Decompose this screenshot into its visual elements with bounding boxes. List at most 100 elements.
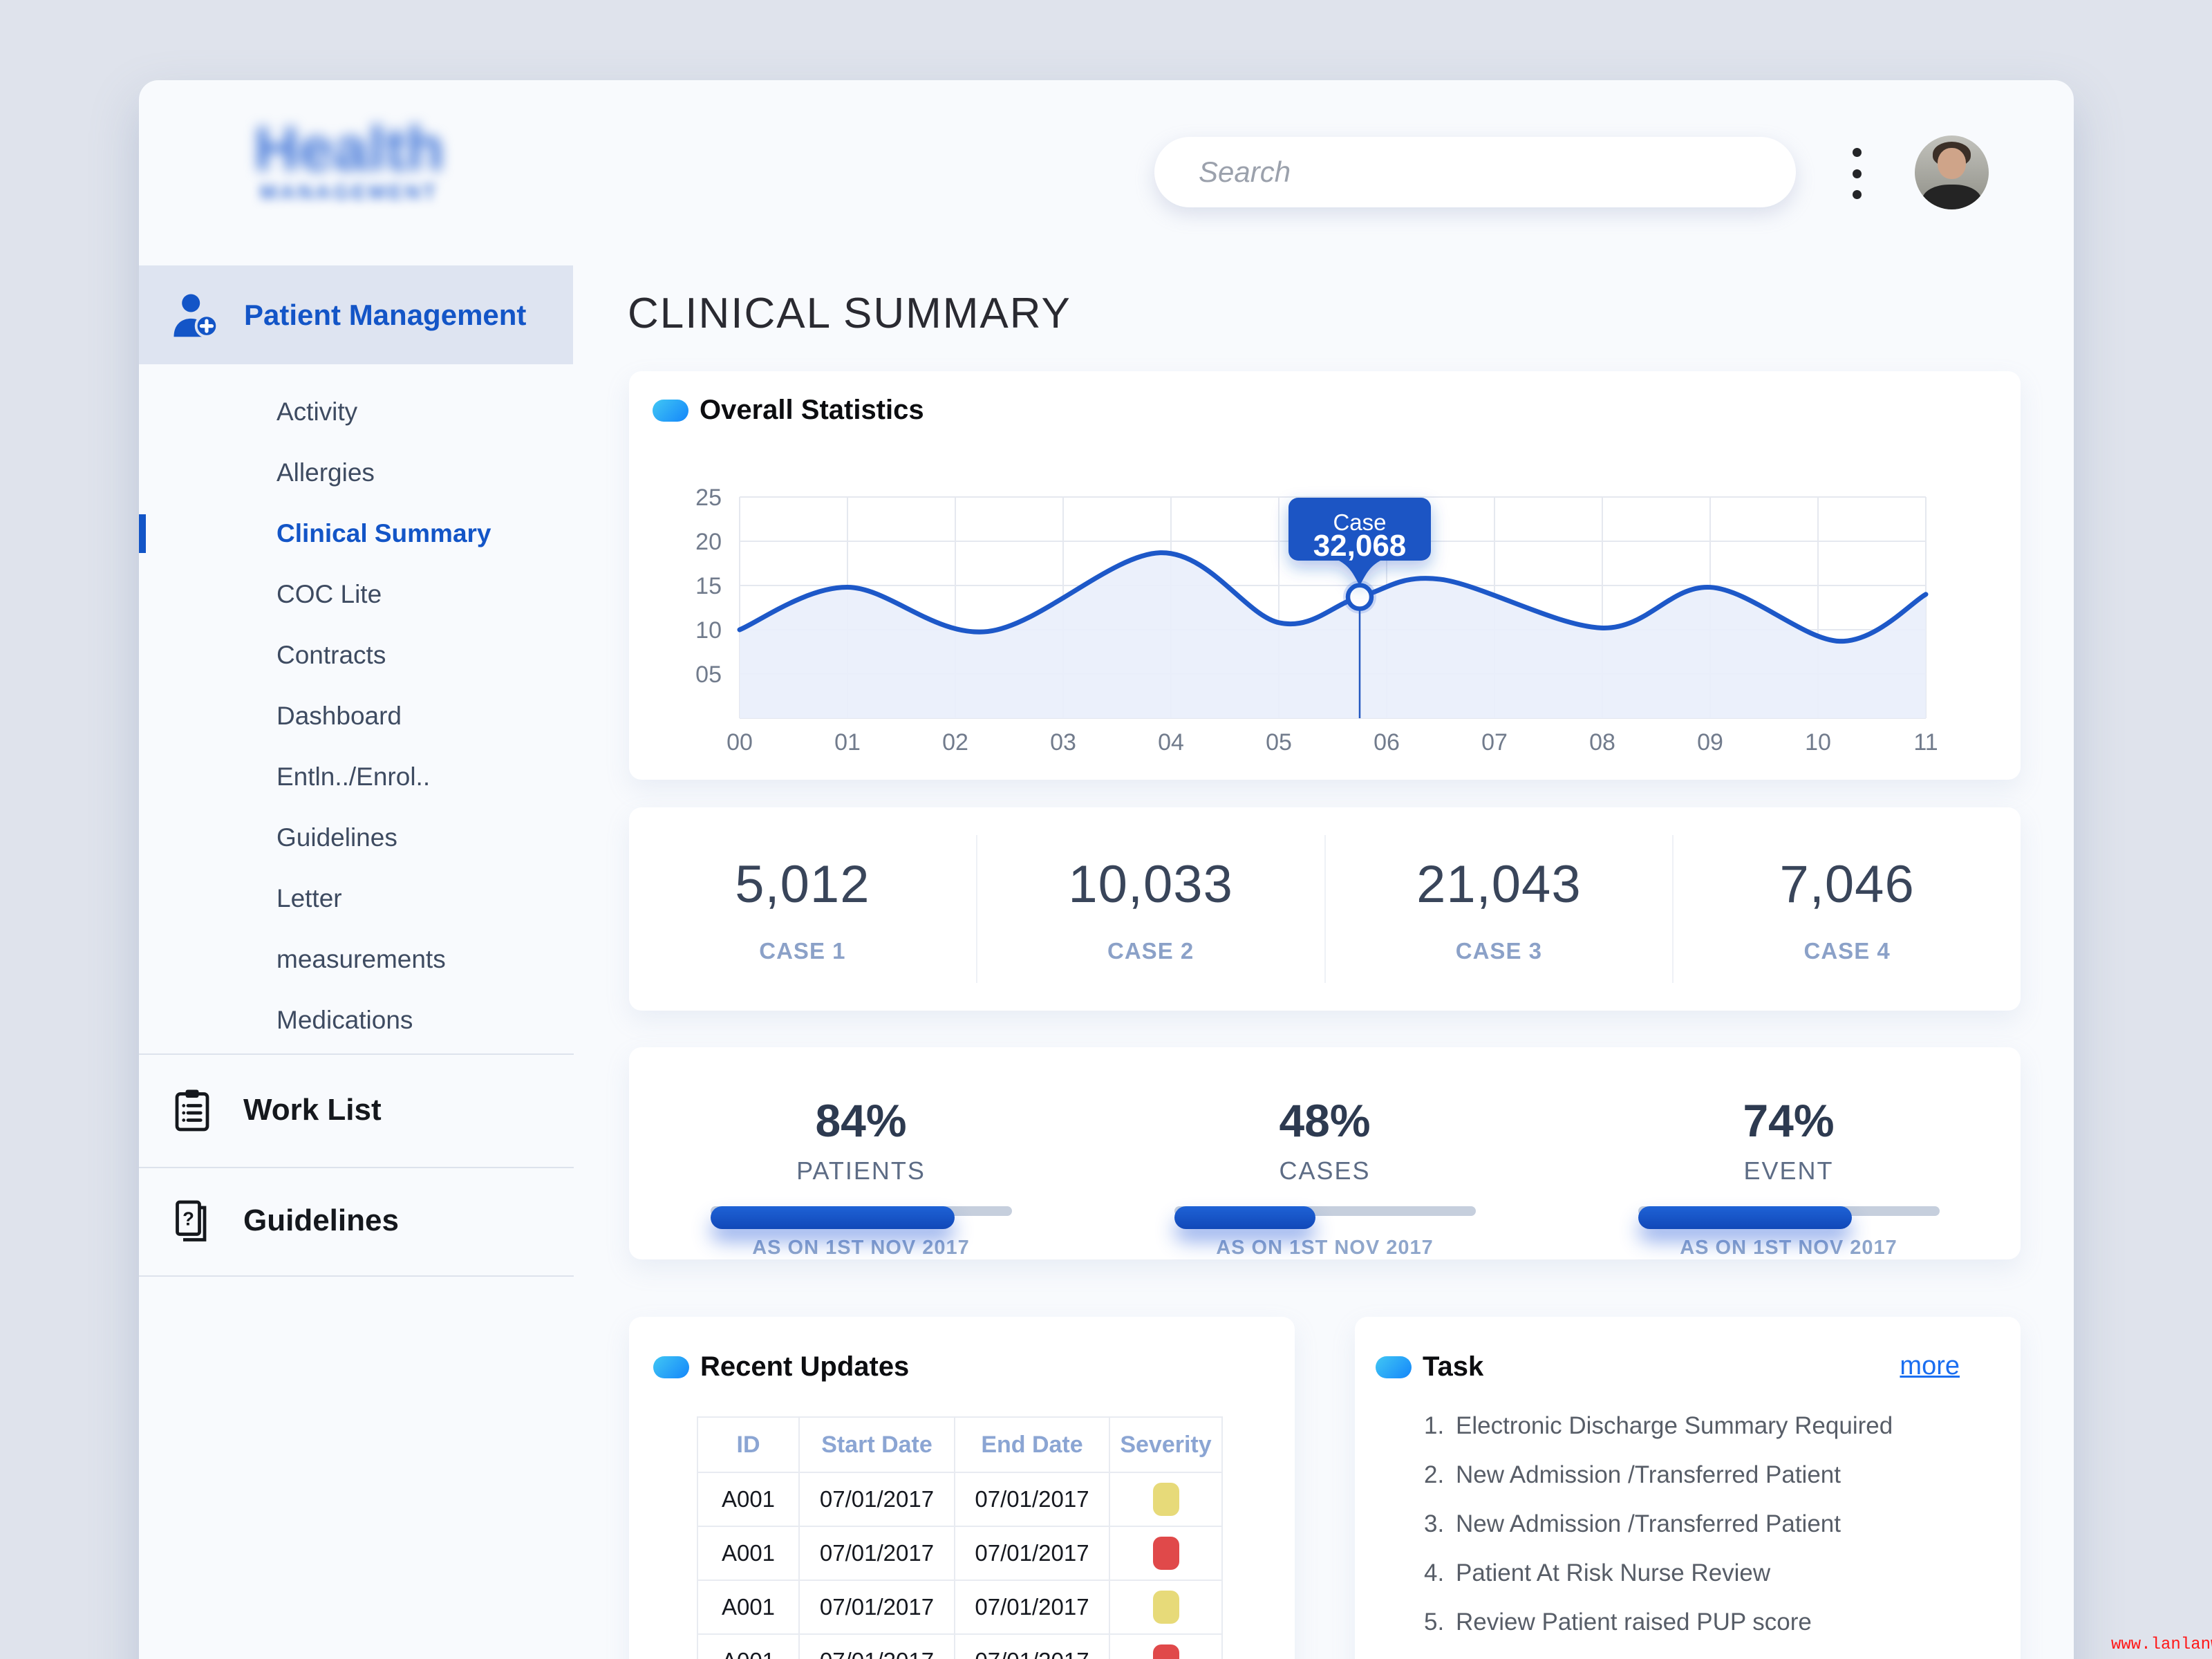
x-tick-label: 03 [1050, 729, 1076, 756]
case-value: 21,043 [1416, 854, 1581, 915]
task-text: New Admission /Transferred Patient [1456, 1510, 1841, 1538]
case-value: 7,046 [1780, 854, 1915, 915]
sidebar-item-label: Dashboard [276, 702, 402, 731]
recent-updates-title: Recent Updates [700, 1351, 909, 1382]
x-tick-label: 02 [942, 729, 968, 756]
app-root: Health MANAGEMENT Patient Management Act… [0, 0, 2212, 1659]
task-item[interactable]: 1. Electronic Discharge Summary Required [1424, 1401, 1979, 1450]
progress-label: CASES [1279, 1156, 1370, 1185]
sidebar-item-work-list[interactable]: Work List [139, 1076, 573, 1145]
cell-severity [1110, 1581, 1223, 1635]
sidebar-divider [139, 1275, 574, 1277]
task-item[interactable]: 3. New Admission /Transferred Patient [1424, 1499, 1979, 1548]
cell-id: A001 [698, 1581, 800, 1635]
sidebar-item[interactable]: Allergies [139, 442, 573, 503]
more-link[interactable]: more [1900, 1351, 1960, 1381]
y-tick-label: 10 [695, 617, 722, 644]
progress-caption: AS ON 1ST NOV 2017 [752, 1237, 970, 1259]
cell-end-date: 07/01/2017 [955, 1635, 1110, 1659]
case-value: 5,012 [735, 854, 870, 915]
sidebar-item[interactable]: Clinical Summary [139, 503, 573, 564]
y-tick-label: 25 [695, 485, 722, 511]
sidebar-item[interactable]: Medications [139, 990, 573, 1051]
case-label: CASE 3 [1456, 938, 1542, 964]
cell-severity [1110, 1473, 1223, 1527]
progress-stat: 48% CASES AS ON 1ST NOV 2017 [1093, 1047, 1557, 1259]
sidebar-item-guidelines[interactable]: ? Guidelines [139, 1186, 573, 1255]
progress-bar [711, 1206, 1012, 1216]
case-value: 10,033 [1068, 854, 1232, 915]
case-stat: 21,043 CASE 3 [1324, 835, 1673, 983]
task-card: Task more 1. Electronic Discharge Summar… [1355, 1317, 2021, 1659]
progress-label: EVENT [1743, 1156, 1833, 1185]
y-tick-label: 05 [695, 662, 722, 688]
kebab-menu-icon[interactable] [1841, 148, 1872, 199]
tooltip-value: 32,068 [1313, 529, 1407, 563]
task-number: 4. [1424, 1559, 1456, 1587]
task-number: 1. [1424, 1412, 1456, 1440]
sidebar-item-label: Work List [243, 1093, 382, 1127]
x-tick-label: 04 [1158, 729, 1184, 756]
progress-percent: 84% [815, 1094, 906, 1147]
table-header-cell: Start Date [800, 1418, 955, 1473]
search-input[interactable] [1154, 137, 1796, 207]
sidebar-item[interactable]: Guidelines [139, 807, 573, 868]
user-avatar[interactable] [1915, 135, 1989, 209]
x-tick-label: 00 [727, 729, 753, 756]
x-tick-label: 01 [834, 729, 861, 756]
chart-tooltip: Case32,068 [1288, 498, 1431, 585]
table-row[interactable]: A001 07/01/2017 07/01/2017 [698, 1527, 1223, 1581]
logo-subtitle: MANAGEMENT [221, 181, 477, 205]
case-label: CASE 2 [1107, 938, 1194, 964]
sidebar-item-label: measurements [276, 945, 446, 974]
x-tick-label: 09 [1697, 729, 1723, 756]
sidebar-item-label: Contracts [276, 641, 386, 670]
sidebar-item[interactable]: COC Lite [139, 564, 573, 625]
task-number: 3. [1424, 1510, 1456, 1538]
sidebar-item[interactable]: Contracts [139, 625, 573, 686]
table-row[interactable]: A001 07/01/2017 07/01/2017 [698, 1581, 1223, 1635]
sidebar-item[interactable]: Letter [139, 868, 573, 929]
sidebar-item[interactable]: Activity [139, 382, 573, 442]
avatar-shirt [1922, 185, 1982, 209]
progress-bar [1174, 1206, 1476, 1216]
table-body: A001 07/01/2017 07/01/2017 A001 07/01/20… [698, 1473, 1223, 1659]
severity-badge [1153, 1591, 1179, 1624]
cell-start-date: 07/01/2017 [800, 1473, 955, 1527]
cell-end-date: 07/01/2017 [955, 1581, 1110, 1635]
table-row[interactable]: A001 07/01/2017 07/01/2017 [698, 1473, 1223, 1527]
progress-stat: 84% PATIENTS AS ON 1ST NOV 2017 [629, 1047, 1093, 1259]
sidebar-item-label: Entln../Enrol.. [276, 762, 430, 791]
sidebar-section-patient-management[interactable]: Patient Management [139, 265, 573, 364]
recent-updates-table: ID Start Date End Date Severity A001 07/… [697, 1416, 1223, 1659]
sidebar-item[interactable]: Entln../Enrol.. [139, 747, 573, 807]
task-item[interactable]: 2. New Admission /Transferred Patient [1424, 1450, 1979, 1499]
cell-end-date: 07/01/2017 [955, 1473, 1110, 1527]
recent-updates-card: Recent Updates ID Start Date End Date Se… [629, 1317, 1295, 1659]
watermark: www.lanlanwork.com [2111, 1635, 2212, 1654]
svg-text:?: ? [182, 1208, 194, 1230]
task-item[interactable]: 5. Review Patient raised PUP score [1424, 1597, 1979, 1647]
sidebar-divider [139, 1053, 574, 1055]
table-row[interactable]: A001 07/01/2017 07/01/2017 [698, 1635, 1223, 1659]
sidebar-item[interactable]: measurements [139, 929, 573, 990]
sidebar-divider [139, 1167, 574, 1168]
sidebar-item-label: Letter [276, 884, 342, 913]
progress-percent: 74% [1743, 1094, 1834, 1147]
task-number: 2. [1424, 1461, 1456, 1489]
sidebar-item-label: Guidelines [243, 1203, 399, 1238]
sidebar-item[interactable]: Dashboard [139, 686, 573, 747]
progress-stat: 74% EVENT AS ON 1ST NOV 2017 [1557, 1047, 2021, 1259]
search-bar[interactable] [1154, 137, 1796, 207]
sidebar-item-label: Clinical Summary [276, 519, 491, 548]
cell-start-date: 07/01/2017 [800, 1527, 955, 1581]
x-tick-label: 05 [1266, 729, 1292, 756]
task-text: Review Patient raised PUP score [1456, 1609, 1812, 1636]
cases-summary-card: 5,012 CASE 1 10,033 CASE 2 21,043 CASE 3… [629, 807, 2021, 1011]
chart-marker[interactable] [1348, 585, 1371, 609]
cell-start-date: 07/01/2017 [800, 1581, 955, 1635]
cell-severity [1110, 1635, 1223, 1659]
section-bullet-icon [1376, 1356, 1412, 1378]
task-item[interactable]: 4. Patient At Risk Nurse Review [1424, 1548, 1979, 1597]
progress-bar [1638, 1206, 1940, 1216]
